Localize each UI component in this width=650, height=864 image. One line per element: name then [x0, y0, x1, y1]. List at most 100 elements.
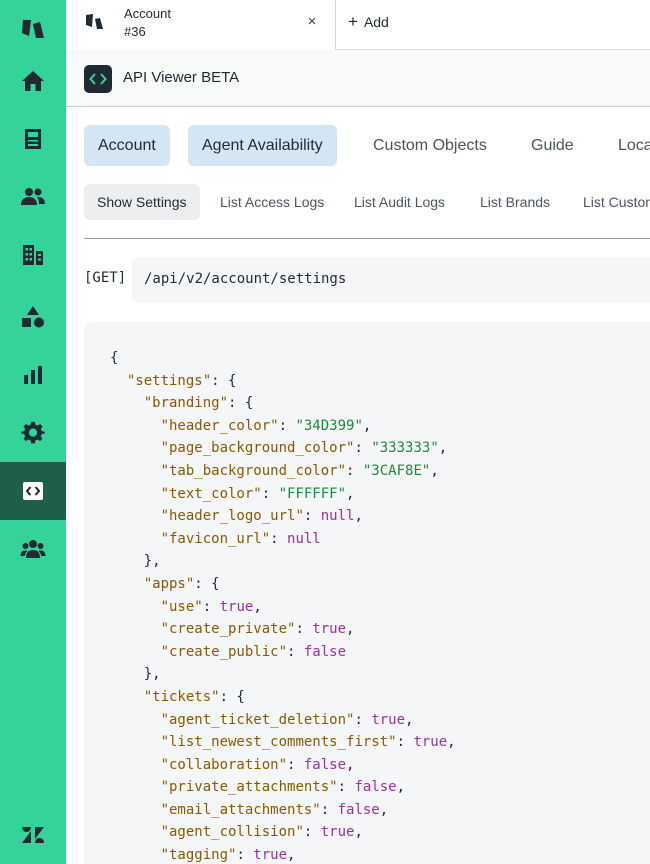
sidebar [0, 0, 66, 864]
json-punct: }, [143, 666, 161, 683]
json-line: "private_attachments": false, [110, 776, 456, 799]
json-punct: : [303, 508, 321, 525]
json-literal-value: false [303, 756, 347, 773]
endpoint-list-custom[interactable]: List Custon [570, 184, 650, 220]
json-punct: : [354, 711, 372, 728]
tab-guide[interactable]: Guide [517, 125, 588, 166]
app-title: API Viewer BETA [123, 69, 240, 86]
json-line: "header_color": "34D399", [110, 415, 456, 438]
json-key: "text_color" [160, 485, 262, 502]
views-icon[interactable] [0, 110, 66, 168]
tab-locales[interactable]: Loca [604, 125, 650, 166]
json-line: "collaboration": false, [110, 754, 456, 777]
json-punct: : [320, 801, 338, 818]
tab-account-category[interactable]: Account [84, 125, 170, 166]
json-key: "settings" [126, 372, 212, 389]
json-key: "tab_background_color" [160, 462, 347, 479]
objects-icon[interactable] [0, 288, 66, 346]
json-line: }, [110, 550, 456, 573]
json-key: "tickets" [143, 688, 220, 705]
json-literal-value: false [354, 779, 397, 796]
organizations-icon[interactable] [0, 226, 66, 284]
json-line: "branding": { [110, 392, 456, 415]
app-header: API Viewer BETA [66, 50, 650, 107]
json-line: "page_background_color": "333333", [110, 437, 456, 460]
endpoint-list-audit-logs[interactable]: List Audit Logs [341, 184, 458, 220]
endpoint-list-access-logs[interactable]: List Access Logs [207, 184, 337, 220]
json-line: "agent_ticket_deletion": true, [110, 709, 456, 732]
json-line: "tickets": { [110, 686, 456, 709]
json-punct: { [110, 350, 119, 366]
request-url: /api/v2/account/settings [132, 257, 650, 303]
json-punct: : [236, 847, 254, 864]
tab-custom-objects[interactable]: Custom Objects [359, 125, 501, 166]
json-string-value: "FFFFFF" [278, 485, 347, 502]
json-punct: , [447, 734, 456, 751]
reporting-icon[interactable] [0, 346, 66, 404]
customers-icon[interactable] [0, 168, 66, 226]
json-string-value: "333333" [371, 440, 439, 457]
json-line: "text_color": "FFFFFF", [110, 483, 456, 506]
json-punct: , [253, 598, 262, 615]
json-punct: : [295, 621, 313, 638]
json-key: "private_attachments" [160, 779, 338, 796]
json-punct: : { [228, 395, 254, 412]
json-punct: : [287, 756, 304, 773]
endpoint-list-brands[interactable]: List Brands [467, 184, 563, 220]
zendesk-logo-icon [86, 14, 103, 29]
tab-bar: Account #36 × + Add [66, 0, 650, 50]
json-line: "settings": { [110, 370, 456, 393]
json-punct: , [379, 801, 389, 818]
json-punct: : [346, 462, 363, 479]
json-line: "agent_collision": true, [110, 821, 456, 844]
add-tab-button[interactable]: + Add [348, 13, 389, 30]
json-punct: , [362, 417, 372, 434]
json-punct: : [287, 643, 304, 660]
zendesk-z-icon[interactable] [0, 806, 66, 864]
json-line: "header_logo_url": null, [110, 505, 456, 528]
json-key: "agent_ticket_deletion" [160, 711, 355, 728]
json-line: "tab_background_color": "3CAF8E", [110, 460, 456, 483]
json-key: "use" [160, 598, 203, 615]
json-literal-value: true [371, 711, 406, 728]
tab-agent-availability[interactable]: Agent Availability [188, 125, 337, 166]
api-viewer-code-icon[interactable] [0, 462, 66, 520]
json-literal-value: true [413, 734, 448, 751]
json-line: "email_attachments": false, [110, 799, 456, 822]
json-key: "list_newest_comments_first" [160, 734, 397, 751]
json-punct: , [405, 711, 414, 728]
json-key: "email_attachments" [160, 801, 321, 818]
json-line: "use": true, [110, 596, 456, 619]
json-punct: : [270, 530, 288, 547]
json-punct: : [303, 824, 321, 841]
response-json-content: { "settings": { "branding": { "header_co… [110, 347, 456, 864]
json-punct: , [346, 621, 355, 638]
json-key: "apps" [143, 575, 195, 592]
zendesk-logo-icon[interactable] [0, 0, 66, 58]
json-punct: , [354, 824, 363, 841]
json-punct: : [202, 598, 220, 615]
endpoint-show-settings[interactable]: Show Settings [84, 184, 200, 220]
home-icon[interactable] [0, 52, 66, 110]
close-icon[interactable]: × [302, 12, 322, 32]
json-line: "create_public": false [110, 641, 456, 664]
json-punct: : [354, 440, 372, 457]
json-punct: , [396, 779, 406, 796]
json-punct: : [261, 485, 279, 502]
json-key: "collaboration" [160, 756, 288, 773]
json-key: "create_public" [160, 643, 288, 660]
tab-account[interactable]: Account #36 × [66, 0, 336, 50]
json-punct: : [337, 779, 355, 796]
json-punct: : [278, 417, 296, 434]
plus-icon: + [348, 12, 358, 31]
json-literal-value: false [337, 801, 380, 818]
admin-gear-icon[interactable] [0, 404, 66, 462]
json-line: }, [110, 663, 456, 686]
json-punct: , [346, 756, 355, 773]
json-literal-value: true [312, 621, 347, 638]
team-icon[interactable] [0, 520, 66, 578]
json-punct: : { [194, 575, 220, 592]
json-key: "header_logo_url" [160, 508, 304, 525]
json-key: "header_color" [160, 417, 279, 434]
json-literal-value: null [320, 508, 355, 525]
